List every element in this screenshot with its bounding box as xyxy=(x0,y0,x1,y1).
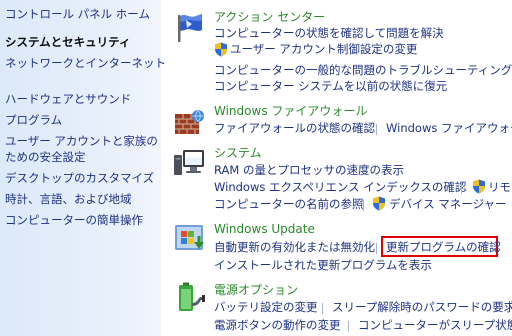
nav-control-panel-home[interactable]: コントロール パネル ホーム xyxy=(5,7,150,22)
task-system-restore[interactable]: コンピューター システムを以前の状態に復元 xyxy=(214,79,447,94)
task-device-manager[interactable]: デバイス マネージャー xyxy=(389,197,507,212)
windows-update-icon[interactable] xyxy=(172,222,206,256)
power-options-icon[interactable] xyxy=(172,281,206,315)
left-nav-pane: コントロール パネル ホーム システムとセキュリティ ネットワークとインターネッ… xyxy=(0,0,166,336)
task-firewall-allow[interactable]: Windows ファイアウォー xyxy=(386,121,512,136)
task-experience-index[interactable]: Windows エクスペリエンス インデックスの確認 xyxy=(214,180,466,195)
nav-appearance[interactable]: デスクトップのカスタマイズ xyxy=(5,171,154,186)
nav-user-accounts-line2[interactable]: ための安全設定 xyxy=(5,150,86,165)
nav-user-accounts[interactable]: ユーザー アカウントと家族の xyxy=(5,134,158,149)
computer-icon[interactable] xyxy=(172,146,206,180)
separator xyxy=(363,200,364,211)
firewall-title[interactable]: Windows ファイアウォール xyxy=(214,104,367,119)
nav-hardware-sound[interactable]: ハードウェアとサウンド xyxy=(5,92,131,107)
task-change-uac-settings[interactable]: ユーザー アカウント制御設定の変更 xyxy=(230,42,417,57)
system-title[interactable]: システム xyxy=(214,146,262,161)
nav-ease-of-access[interactable]: コンピューターの簡単操作 xyxy=(5,213,143,228)
uac-shield-icon xyxy=(372,196,386,211)
task-check-status-resolve[interactable]: コンピューターの状態を確認して問題を解決 xyxy=(214,26,444,41)
power-options-title[interactable]: 電源オプション xyxy=(214,283,298,298)
task-check-for-updates[interactable]: 更新プログラムの確認 xyxy=(386,240,501,255)
firewall-icon[interactable] xyxy=(172,104,206,138)
separator xyxy=(348,321,349,332)
task-firewall-status[interactable]: ファイアウォールの状態の確認 xyxy=(214,121,375,136)
action-center-title[interactable]: アクション センター xyxy=(214,10,325,25)
flag-icon[interactable] xyxy=(172,10,206,44)
uac-shield-icon xyxy=(214,42,228,57)
task-wake-password[interactable]: スリープ解除時のパスワードの要求 xyxy=(332,300,512,315)
separator xyxy=(322,303,323,314)
task-sleep-timing[interactable]: コンピューターがスリープ状態 xyxy=(358,318,512,333)
nav-clock-language-region[interactable]: 時計、言語、および地域 xyxy=(5,192,132,207)
task-battery-settings[interactable]: バッテリ設定の変更 xyxy=(214,300,318,315)
separator xyxy=(461,183,462,194)
task-power-button-behavior[interactable]: 電源ボタンの動作の変更 xyxy=(214,318,341,333)
task-auto-update-toggle[interactable]: 自動更新の有効化または無効化 xyxy=(214,240,375,255)
uac-shield-icon xyxy=(472,179,486,194)
task-computer-name[interactable]: コンピューターの名前の参照 xyxy=(214,197,364,212)
windows-update-title[interactable]: Windows Update xyxy=(214,222,315,237)
task-ram-processor[interactable]: RAM の量とプロセッサの速度の表示 xyxy=(214,163,404,178)
nav-network-internet[interactable]: ネットワークとインターネット xyxy=(5,56,166,71)
task-remote-settings[interactable]: リモー xyxy=(488,180,512,195)
task-view-installed-updates[interactable]: インストールされた更新プログラムを表示 xyxy=(214,258,432,273)
separator xyxy=(376,243,377,254)
nav-programs[interactable]: プログラム xyxy=(5,113,62,128)
nav-current-system-security: システムとセキュリティ xyxy=(5,35,131,49)
separator xyxy=(376,124,377,135)
task-troubleshoot[interactable]: コンピューターの一般的な問題のトラブルシューティング xyxy=(214,63,512,78)
